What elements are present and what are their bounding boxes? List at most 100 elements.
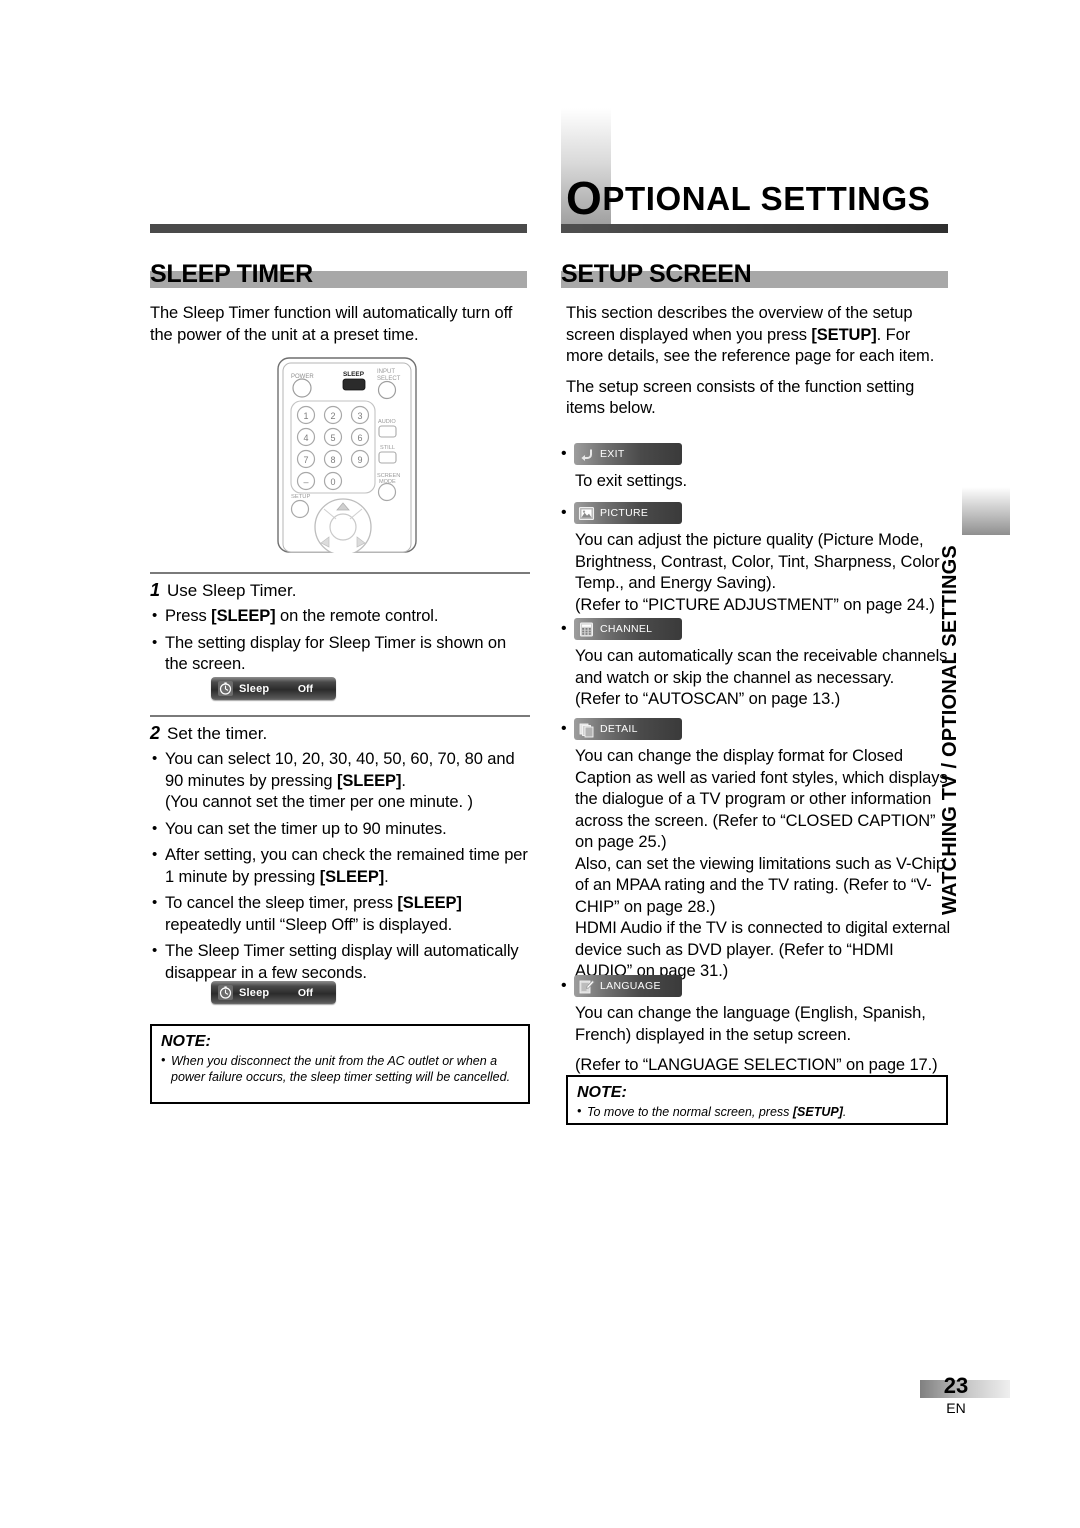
menu-badge-label: EXIT <box>600 448 625 460</box>
picture-menu-badge[interactable]: PICTURE <box>574 502 682 524</box>
remote-control-svg: POWER SLEEP INPUT SELECT 1 2 3 4 5 6 7 8… <box>277 357 417 556</box>
step-divider-2 <box>150 715 530 717</box>
intro-paragraph-1: This section describes the overview of t… <box>566 304 935 365</box>
note-title: NOTE: <box>577 1084 627 1101</box>
detail-menu-badge[interactable]: DETAIL <box>574 718 682 740</box>
osd-value: Off <box>297 986 313 999</box>
osd-label: Sleep <box>239 986 270 999</box>
menu-badge-label: LANGUAGE <box>600 980 661 992</box>
svg-text:0: 0 <box>330 477 335 487</box>
svg-text:STILL: STILL <box>380 445 395 451</box>
menu-badge-label: CHANNEL <box>600 623 653 635</box>
step-2-bullets: You can select 10, 20, 30, 40, 50, 60, 7… <box>150 748 532 984</box>
remote-control-illustration: POWER SLEEP INPUT SELECT 1 2 3 4 5 6 7 8… <box>277 357 417 556</box>
page-title: OPTIONAL SETTINGS <box>566 175 931 221</box>
svg-text:INPUT: INPUT <box>377 369 395 375</box>
heading-text: SETUP SCREEN <box>561 260 752 288</box>
osd-sleep-badge-2: Sleep Off <box>211 981 336 1004</box>
bullet-dot: • <box>561 977 567 994</box>
bullet-dot: • <box>561 620 567 637</box>
menu-description: You can adjust the picture quality (Pict… <box>575 531 940 592</box>
menu-item-language: • LANGUAGE You can change the language (… <box>561 975 951 1077</box>
side-tab: WATCHING TV / OPTIONAL SETTINGS <box>939 535 1010 915</box>
heading-text: SLEEP TIMER <box>150 260 313 288</box>
svg-text:3: 3 <box>357 411 362 421</box>
note-box-setup-screen: NOTE: To move to the normal screen, pres… <box>566 1075 948 1125</box>
language-code: EN <box>946 1400 966 1416</box>
intro-paragraph-2: The setup screen consists of the functio… <box>566 377 915 418</box>
svg-text:SETUP: SETUP <box>291 494 310 500</box>
osd-value: Off <box>297 682 313 695</box>
menu-badge-label: DETAIL <box>600 723 638 735</box>
step-divider-1 <box>150 572 530 574</box>
bullet-item: After setting, you can check the remaine… <box>150 844 532 888</box>
svg-text:6: 6 <box>357 433 362 443</box>
osd-sleep-badge-1: Sleep Off <box>211 677 336 700</box>
side-tab-gradient <box>962 487 1010 535</box>
step-1-title: 1 Use Sleep Timer. <box>150 579 532 602</box>
sleep-clock-icon <box>218 681 233 696</box>
bullet-item: The setting display for Sleep Timer is s… <box>150 632 532 676</box>
channel-grid-icon <box>578 621 595 638</box>
bullet-dot: • <box>561 445 567 462</box>
osd-label: Sleep <box>239 682 270 695</box>
menu-reference: (Refer to “AUTOSCAN” on page 13.) <box>575 690 841 708</box>
menu-description-2: Also, can set the viewing limitations su… <box>575 854 945 916</box>
svg-text:9: 9 <box>357 455 362 465</box>
bullet-item: The Sleep Timer setting display will aut… <box>150 940 532 984</box>
step-1: 1 Use Sleep Timer. Press [SLEEP] on the r… <box>150 579 532 681</box>
setup-screen-intro: This section describes the overview of t… <box>566 303 948 431</box>
step-number: 1 <box>150 580 161 600</box>
bullet-item-continuation: (You cannot set the timer per one minute… <box>165 793 473 811</box>
menu-reference: (Refer to “LANGUAGE SELECTION” on page 1… <box>575 1056 938 1074</box>
svg-text:SLEEP: SLEEP <box>343 371 365 378</box>
menu-badge-label: PICTURE <box>600 507 649 519</box>
note-text: To move to the normal screen, press [SET… <box>577 1103 937 1120</box>
menu-item-exit: • EXIT To exit settings. <box>561 443 951 493</box>
picture-image-icon <box>578 505 595 522</box>
menu-description: You can change the language (English, Sp… <box>575 1004 926 1044</box>
bullet-dot: • <box>561 720 567 737</box>
exit-menu-badge[interactable]: EXIT <box>574 443 682 465</box>
detail-pages-icon <box>578 721 595 738</box>
svg-text:AUDIO: AUDIO <box>378 419 396 425</box>
menu-item-detail: • DETAIL You can change the display form… <box>561 718 951 983</box>
step-title-text: Use Sleep Timer. <box>167 581 297 600</box>
sleep-timer-intro: The Sleep Timer function will automatica… <box>150 303 530 357</box>
note-box-sleep-timer: NOTE: When you disconnect the unit from … <box>150 1024 530 1104</box>
step-title-text: Set the timer. <box>167 724 268 743</box>
intro-paragraph: The Sleep Timer function will automatica… <box>150 304 513 344</box>
step-number: 2 <box>150 723 161 743</box>
language-menu-badge[interactable]: LANGUAGE <box>574 975 682 997</box>
bullet-item: You can set the timer up to 90 minutes. <box>150 818 532 841</box>
bullet-item: To cancel the sleep timer, press [SLEEP]… <box>150 892 532 936</box>
section-heading-sleep-timer: SLEEP TIMER <box>150 260 527 288</box>
section-heading-setup-screen: SETUP SCREEN <box>561 260 948 288</box>
svg-text:–: – <box>303 477 308 487</box>
page-number: 23 <box>943 1373 969 1398</box>
svg-text:5: 5 <box>330 433 335 443</box>
menu-description: You can automatically scan the receivabl… <box>575 647 948 687</box>
bullet-item: Press [SLEEP] on the remote control. <box>150 605 532 628</box>
menu-description-1: You can change the display format for Cl… <box>575 747 948 851</box>
language-notepad-pencil-icon <box>578 978 595 995</box>
exit-return-arrow-icon <box>578 446 595 463</box>
svg-text:7: 7 <box>303 455 308 465</box>
menu-item-channel: • CHANNEL You can automatically scan the… <box>561 618 951 711</box>
bullet-item: You can select 10, 20, 30, 40, 50, 60, 7… <box>150 748 532 792</box>
svg-text:2: 2 <box>330 411 335 421</box>
step-2: 2 Set the timer. You can select 10, 20, 3… <box>150 722 532 989</box>
note-title: NOTE: <box>161 1033 211 1050</box>
header-rule-left <box>150 224 527 233</box>
menu-description-3: HDMI Audio if the TV is connected to dig… <box>575 919 951 980</box>
menu-description: To exit settings. <box>575 472 688 490</box>
chapter-title-rest: PTIONAL SETTINGS <box>602 180 931 217</box>
note-text: When you disconnect the unit from the AC… <box>161 1052 519 1085</box>
menu-reference: (Refer to “PICTURE ADJUSTMENT” on page 2… <box>575 595 935 614</box>
svg-text:1: 1 <box>303 411 308 421</box>
step-2-title: 2 Set the timer. <box>150 722 532 745</box>
manual-page: OPTIONAL SETTINGS SLEEP TIMER SETUP SCRE… <box>0 0 1080 1528</box>
svg-text:8: 8 <box>330 455 335 465</box>
sleep-clock-icon <box>218 985 233 1000</box>
channel-menu-badge[interactable]: CHANNEL <box>574 618 682 640</box>
